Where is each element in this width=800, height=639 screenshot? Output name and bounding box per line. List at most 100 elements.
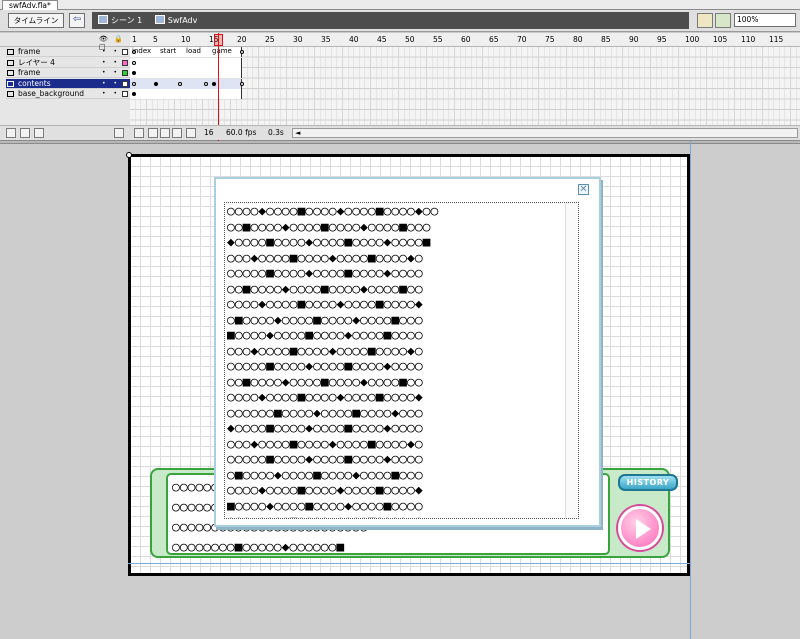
layer-name: contents	[18, 78, 51, 88]
breadcrumb-scene-label: シーン 1	[111, 16, 143, 25]
history-dialog: ✕ ○○○○◆○○○○■○○○○◆○○○○■○○○○◆○○ ○○■○○○○◆○○…	[214, 177, 601, 527]
onion-outline-icon[interactable]	[160, 128, 170, 138]
add-folder-icon[interactable]	[34, 128, 44, 138]
onion-skin-icon[interactable]	[148, 128, 158, 138]
add-guide-layer-icon[interactable]	[20, 128, 30, 138]
layer-visibility-lock-toggles[interactable]: • •	[102, 47, 120, 57]
frame-ruler[interactable]: 1 5 10 15 20 25 30 35 40 45 50 55 60 65 70 75 80 85 90 95 10…	[130, 33, 800, 47]
layer-outline-color[interactable]	[122, 80, 128, 87]
frame-number: 55	[433, 35, 443, 44]
frame-number: 10	[181, 35, 191, 44]
layer-row[interactable]: レイヤー 4 • •	[6, 58, 130, 68]
frame-number: 85	[601, 35, 611, 44]
frame-number: 60	[461, 35, 471, 44]
frame-number: 100	[685, 35, 700, 44]
history-text: ○○○○◆○○○○■○○○○◆○○○○■○○○○◆○○ ○○■○○○○◆○○○○…	[227, 204, 439, 518]
trash-icon[interactable]	[114, 128, 124, 138]
zoom-input[interactable]: 100%	[734, 13, 796, 27]
layer-name: base_background	[18, 89, 84, 98]
layer-name: frame	[18, 68, 41, 77]
scroll-left-icon[interactable]: ◄	[295, 129, 300, 137]
layer-row[interactable]: frame • •	[6, 47, 130, 57]
layer-row[interactable]: base_background • •	[6, 89, 130, 99]
edit-symbol-button[interactable]	[715, 13, 731, 28]
center-frame-icon[interactable]	[134, 128, 144, 138]
keyframe-marker[interactable]	[132, 71, 136, 75]
frame-number: 105	[713, 35, 728, 44]
layer-visibility-lock-toggles[interactable]: • •	[102, 68, 120, 78]
layer-icon	[7, 91, 14, 97]
layer-icon	[7, 49, 14, 55]
layer-outline-color[interactable]	[122, 49, 128, 55]
frame-number: 30	[293, 35, 303, 44]
timeline-scrollbar[interactable]: ◄	[292, 128, 798, 138]
frame-label: load	[186, 47, 201, 55]
horizontal-guide[interactable]	[128, 563, 690, 564]
layer-name: レイヤー 4	[18, 57, 55, 67]
modify-markers-icon[interactable]	[186, 128, 196, 138]
frame-number: 1	[132, 35, 137, 44]
layer-visibility-lock-toggles[interactable]: • •	[102, 89, 120, 99]
edit-bar: タイムライン ⇦ シーン 1 SwfAdv 100%	[0, 10, 800, 32]
breadcrumb-scene[interactable]: シーン 1	[98, 12, 142, 29]
elapsed-time-readout: 0.3s	[268, 128, 284, 137]
close-icon[interactable]: ✕	[578, 184, 589, 195]
add-layer-icon[interactable]	[6, 128, 16, 138]
layer-visibility-lock-toggles[interactable]: • •	[102, 58, 120, 68]
keyframe-marker[interactable]	[240, 81, 244, 86]
keyframe-marker[interactable]	[212, 81, 216, 86]
playhead-handle[interactable]	[214, 34, 223, 46]
frame-number: 115	[769, 35, 784, 44]
history-textbox[interactable]: ○○○○◆○○○○■○○○○◆○○○○■○○○○◆○○ ○○■○○○○◆○○○○…	[224, 202, 579, 519]
frame-number: 45	[377, 35, 387, 44]
frame-number: 20	[237, 35, 247, 44]
keyframe-marker[interactable]	[204, 81, 208, 86]
layer-outline-color[interactable]	[122, 70, 128, 76]
frame-number: 65	[489, 35, 499, 44]
frame-number: 80	[573, 35, 583, 44]
keyframe-marker[interactable]	[132, 92, 136, 96]
frame-number: 25	[265, 35, 275, 44]
keyframe-marker[interactable]	[154, 81, 158, 86]
frame-label: start	[160, 47, 177, 55]
document-tab-strip: swfAdv.fla*	[0, 0, 800, 10]
frame-span[interactable]	[130, 57, 242, 68]
history-scrollbar[interactable]	[565, 203, 578, 518]
timeline-toggle-button[interactable]: タイムライン	[8, 13, 64, 28]
layer-name: frame	[18, 47, 41, 56]
keyframe-marker[interactable]	[240, 50, 244, 54]
workspace-top-edge	[0, 141, 800, 144]
play-icon[interactable]	[618, 506, 662, 550]
layer-outline-color[interactable]	[122, 59, 128, 66]
frame-number: 35	[321, 35, 331, 44]
frame-grid[interactable]: index start load game	[130, 47, 800, 125]
layer-row[interactable]: frame • •	[6, 68, 130, 78]
vertical-guide[interactable]	[690, 141, 691, 639]
edit-multiple-frames-icon[interactable]	[172, 128, 182, 138]
frame-span[interactable]	[130, 78, 242, 89]
back-arrow-icon[interactable]: ⇦	[69, 13, 85, 28]
frame-number: 70	[517, 35, 527, 44]
frame-number: 5	[153, 35, 158, 44]
breadcrumb-symbol[interactable]: SwfAdv	[154, 12, 197, 29]
symbol-icon	[154, 15, 165, 24]
document-tab[interactable]: swfAdv.fla*	[2, 0, 58, 10]
layer-visibility-lock-toggles[interactable]: • •	[102, 79, 120, 89]
frame-span[interactable]	[130, 89, 242, 99]
history-button[interactable]: HISTORY	[618, 474, 678, 491]
frame-label: game	[212, 47, 232, 55]
keyframe-marker[interactable]	[132, 60, 136, 65]
frame-number: 75	[545, 35, 555, 44]
layer-row[interactable]: contents • •	[6, 78, 130, 89]
frame-label: index	[132, 47, 152, 55]
layer-outline-color[interactable]	[122, 91, 128, 97]
registration-point-icon	[126, 152, 132, 158]
frame-number: 90	[629, 35, 639, 44]
current-frame-readout: 16	[204, 128, 214, 137]
keyframe-marker[interactable]	[132, 81, 136, 86]
keyframe-marker[interactable]	[178, 81, 182, 86]
frame-number: 50	[405, 35, 415, 44]
edit-scene-button[interactable]	[697, 13, 713, 28]
frame-span[interactable]	[130, 68, 242, 78]
frame-number: 40	[349, 35, 359, 44]
